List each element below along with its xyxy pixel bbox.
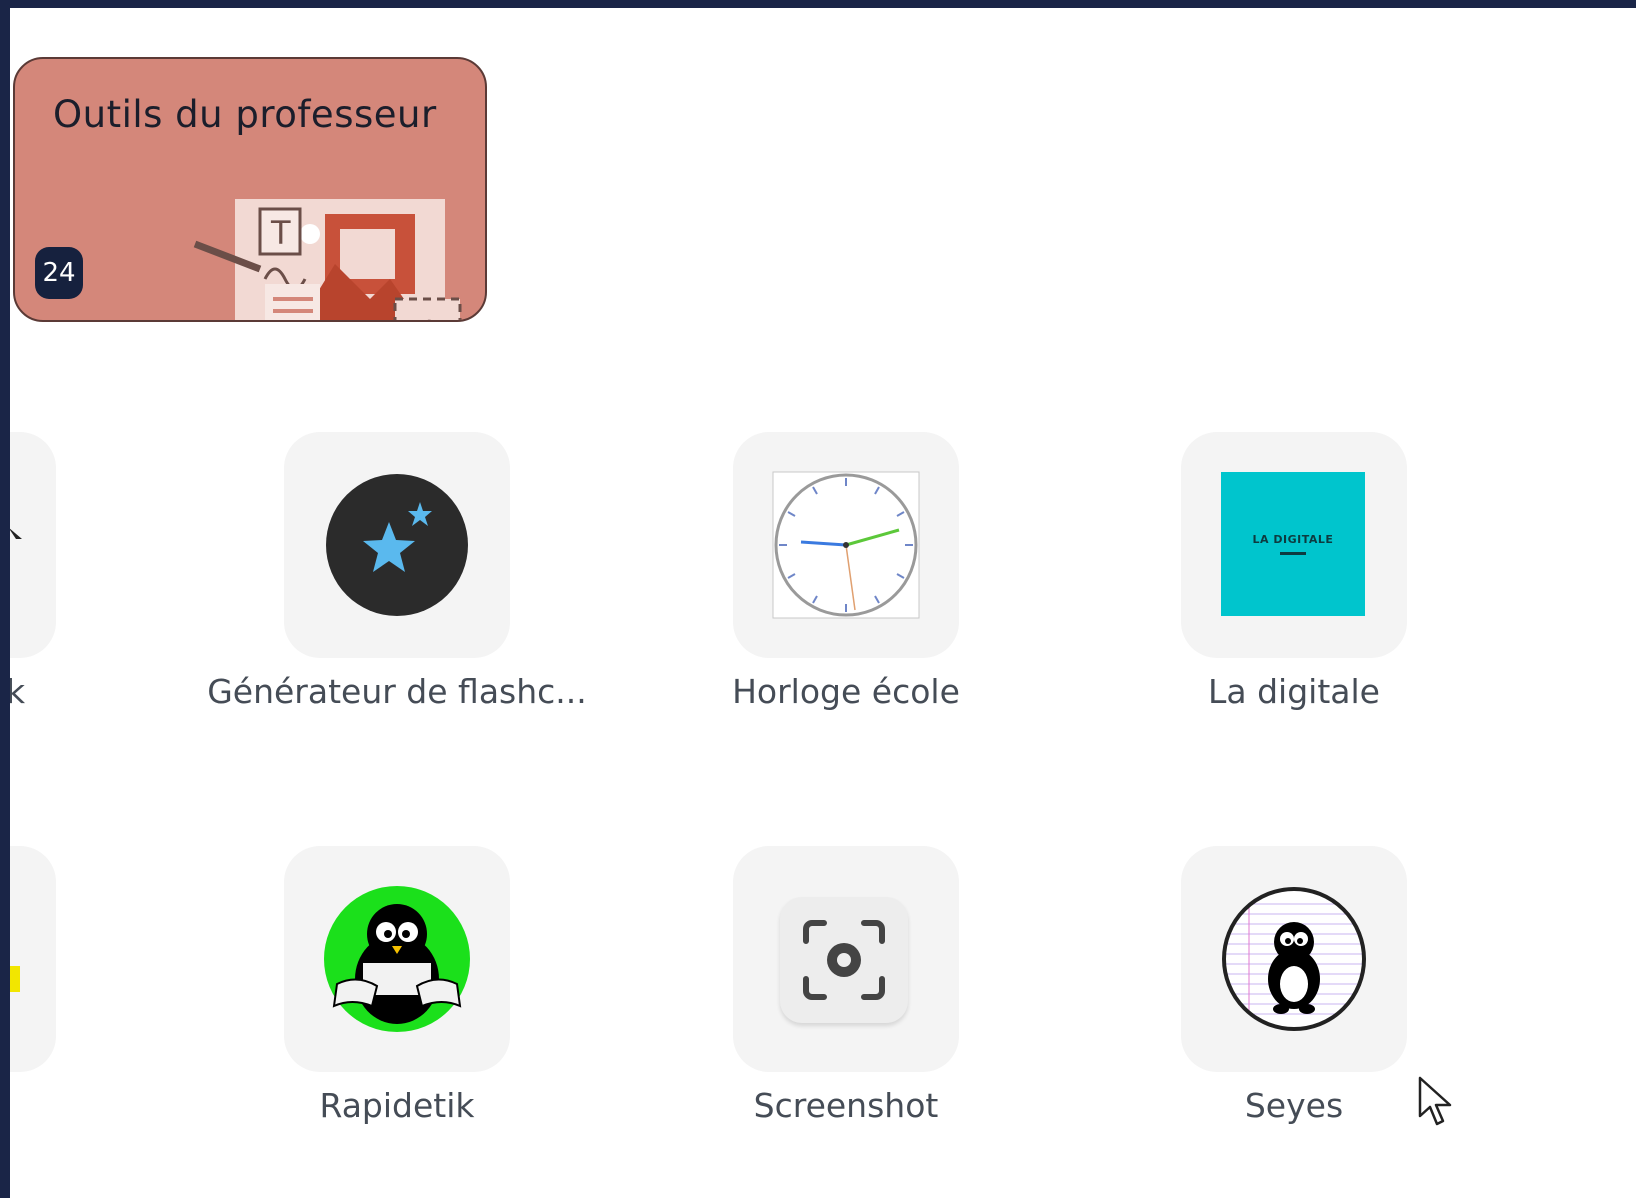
screenshot-icon-bg bbox=[780, 897, 908, 1023]
partial-app-tile-2[interactable] bbox=[10, 846, 56, 1072]
clock-icon bbox=[772, 471, 920, 619]
la-digitale-logo-icon: LA DIGITALE bbox=[1221, 472, 1365, 616]
app-tile[interactable] bbox=[284, 846, 510, 1072]
app-label: La digitale bbox=[1208, 672, 1380, 711]
flashcard-stars-icon bbox=[326, 474, 468, 616]
svg-text:T: T bbox=[270, 214, 291, 252]
folder-illustration-icon: T + bbox=[193, 199, 462, 322]
app-tile[interactable]: LA DIGITALE bbox=[1181, 432, 1407, 658]
partial-app-label: k bbox=[10, 672, 26, 711]
app-tile[interactable] bbox=[1181, 846, 1407, 1072]
app-grid-area: Outils du professeur T + 24 k bbox=[10, 8, 1636, 1198]
app-label: Horloge école bbox=[732, 672, 960, 711]
app-label: Générateur de flashc... bbox=[207, 672, 587, 711]
screenshot-camera-icon bbox=[803, 920, 885, 1000]
svg-text:+: + bbox=[415, 310, 444, 322]
folder-outils-du-professeur[interactable]: Outils du professeur T + 24 bbox=[13, 57, 487, 322]
partial-arrow-icon bbox=[10, 528, 22, 539]
penguin-seyes-icon bbox=[1222, 887, 1366, 1031]
logo-text: LA DIGITALE bbox=[1252, 533, 1334, 546]
app-label: Screenshot bbox=[753, 1086, 939, 1125]
penguin-green-icon bbox=[324, 886, 470, 1032]
partial-app-tile[interactable] bbox=[10, 432, 56, 658]
folder-title: Outils du professeur bbox=[53, 93, 437, 136]
partial-yellow-mark bbox=[10, 966, 20, 992]
app-tile[interactable] bbox=[733, 846, 959, 1072]
mouse-cursor-icon bbox=[1418, 1076, 1452, 1126]
app-tile[interactable] bbox=[284, 432, 510, 658]
app-label: Rapidetik bbox=[319, 1086, 475, 1125]
folder-count-badge: 24 bbox=[35, 247, 83, 299]
app-tile[interactable] bbox=[733, 432, 959, 658]
logo-underline bbox=[1280, 552, 1306, 555]
